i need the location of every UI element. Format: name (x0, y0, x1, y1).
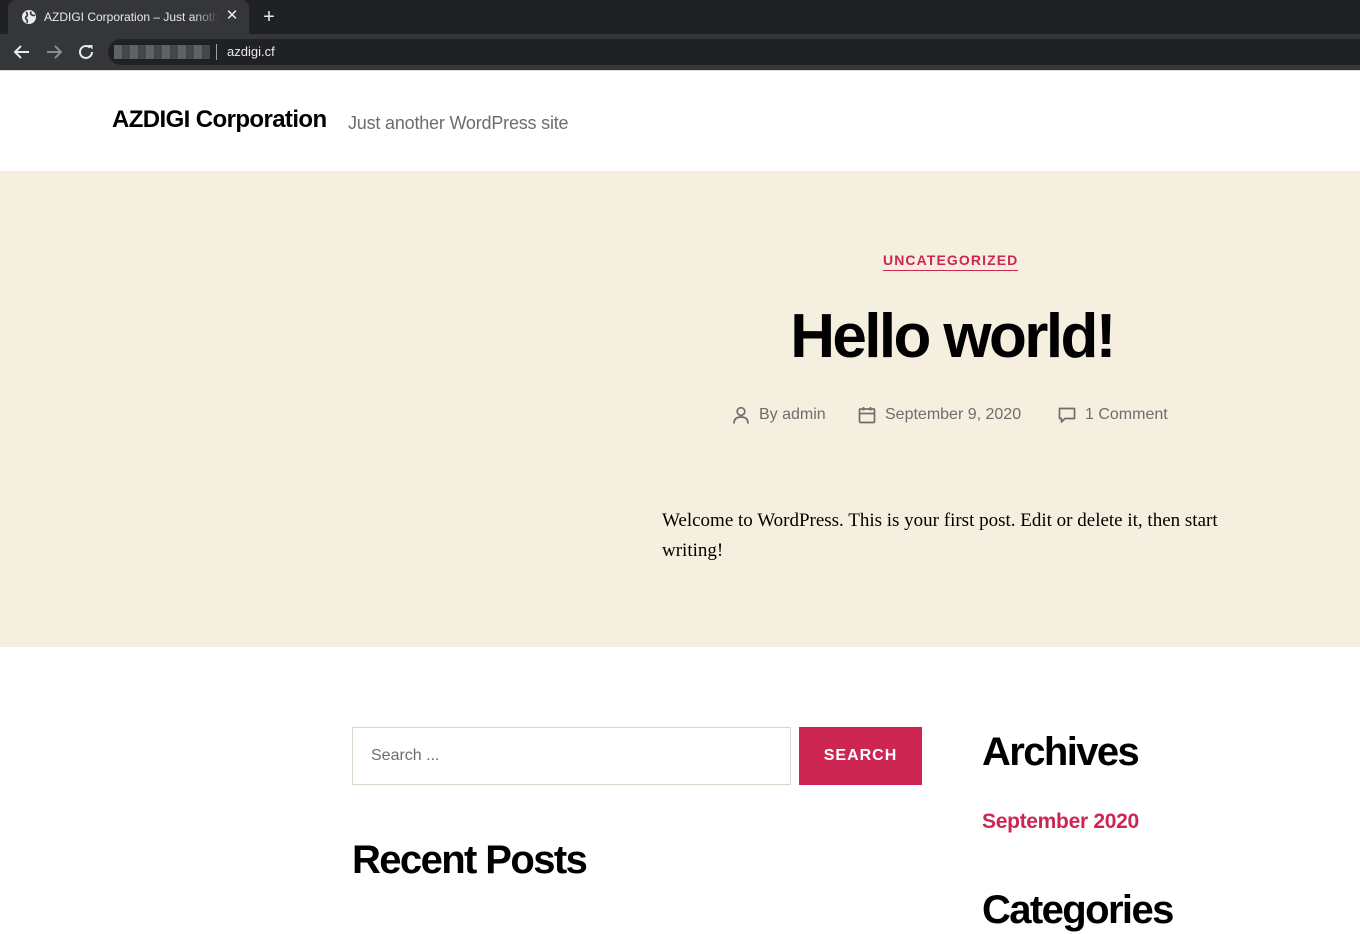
search-placeholder: Search ... (371, 747, 440, 764)
post-content: Welcome to WordPress. This is your first… (662, 510, 1218, 561)
address-bar[interactable]: azdigi.cf (108, 39, 1360, 65)
site-header: AZDIGI Corporation Just another WordPres… (0, 71, 1360, 171)
calendar-icon (858, 407, 876, 424)
post-title[interactable]: Hello world! (652, 299, 1252, 375)
archives-heading: Archives (982, 730, 1140, 774)
category-link[interactable]: UNCATEGORIZED (883, 251, 1019, 271)
browser-toolbar: azdigi.cf (0, 34, 1360, 70)
comments-link[interactable]: 1 Comment (1085, 403, 1168, 427)
post-hero: UNCATEGORIZED Hello world! By admin Sept… (0, 171, 1360, 647)
post-author: By admin (731, 403, 826, 427)
date-link[interactable]: September 9, 2020 (885, 403, 1021, 427)
categories-heading: Categories (982, 888, 1174, 932)
site-description: Just another WordPress site (348, 113, 569, 133)
redacted-region (114, 45, 210, 59)
user-icon (733, 406, 749, 424)
close-icon[interactable]: ✕ (224, 8, 240, 24)
globe-icon (22, 10, 36, 24)
plus-icon[interactable]: + (259, 7, 279, 27)
search-input[interactable]: Search ... (352, 727, 791, 785)
search-button[interactable]: SEARCH (799, 727, 922, 785)
forward-arrow-icon[interactable] (43, 41, 65, 63)
divider (216, 44, 217, 60)
post-date: September 9, 2020 (857, 403, 1021, 427)
reload-icon[interactable] (75, 41, 97, 63)
site-title-link[interactable]: AZDIGI Corporation (112, 106, 327, 134)
browser-tab-bar: AZDIGI Corporation – Just another WordPr… (0, 0, 1360, 34)
recent-posts-heading: Recent Posts (352, 838, 588, 882)
author-link[interactable]: By admin (759, 403, 826, 427)
tab-title: AZDIGI Corporation – Just another WordPr… (44, 10, 219, 24)
browser-tab[interactable]: AZDIGI Corporation – Just another WordPr… (8, 0, 249, 34)
url-text: azdigi.cf (227, 44, 275, 59)
archive-link[interactable]: September 2020 (982, 809, 1139, 835)
back-arrow-icon[interactable] (11, 41, 33, 63)
comment-icon (1058, 407, 1076, 423)
post-comments: 1 Comment (1057, 403, 1168, 427)
